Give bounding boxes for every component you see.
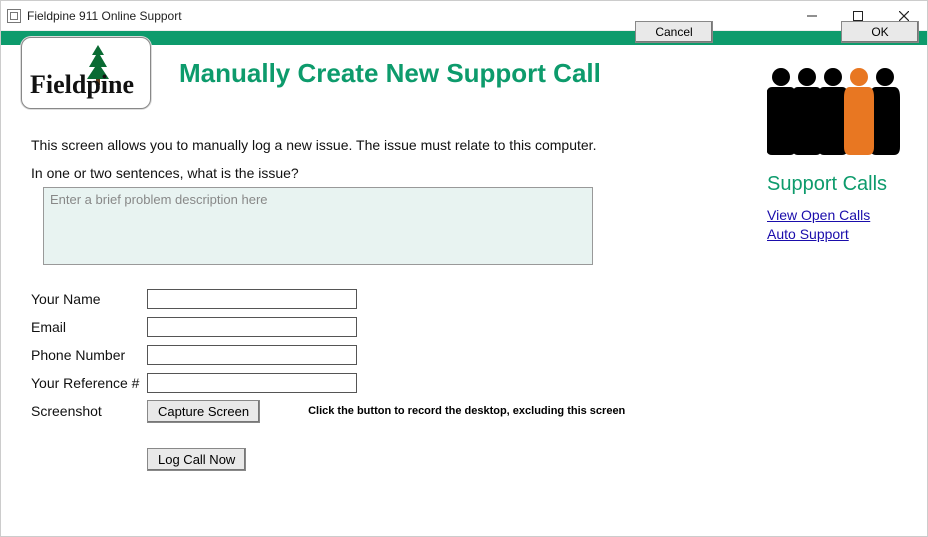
issue-prompt: In one or two sentences, what is the iss… (31, 165, 751, 181)
link-auto-support[interactable]: Auto Support (767, 225, 915, 244)
page-title: Manually Create New Support Call (179, 58, 601, 89)
logo-text: Fieldpine (30, 70, 134, 99)
app-icon (7, 9, 21, 23)
sidebar-heading: Support Calls (767, 173, 915, 196)
ok-button[interactable]: OK (841, 21, 919, 43)
intro-text: This screen allows you to manually log a… (31, 137, 751, 153)
name-field[interactable] (147, 289, 357, 309)
phone-label: Phone Number (31, 347, 147, 363)
email-field[interactable] (147, 317, 357, 337)
people-illustration (767, 59, 907, 159)
screenshot-label: Screenshot (31, 403, 147, 419)
link-view-open-calls[interactable]: View Open Calls (767, 206, 915, 225)
minimize-icon[interactable] (789, 1, 835, 31)
reference-field[interactable] (147, 373, 357, 393)
reference-label: Your Reference # (31, 375, 147, 391)
phone-field[interactable] (147, 345, 357, 365)
issue-description-input[interactable] (43, 187, 593, 265)
window-titlebar: Fieldpine 911 Online Support (1, 1, 927, 31)
capture-note: Click the button to record the desktop, … (308, 405, 625, 417)
capture-screen-button[interactable]: Capture Screen (147, 400, 260, 423)
email-label: Email (31, 319, 147, 335)
log-call-button[interactable]: Log Call Now (147, 448, 246, 471)
name-label: Your Name (31, 291, 147, 307)
logo: Fieldpine (21, 37, 151, 109)
